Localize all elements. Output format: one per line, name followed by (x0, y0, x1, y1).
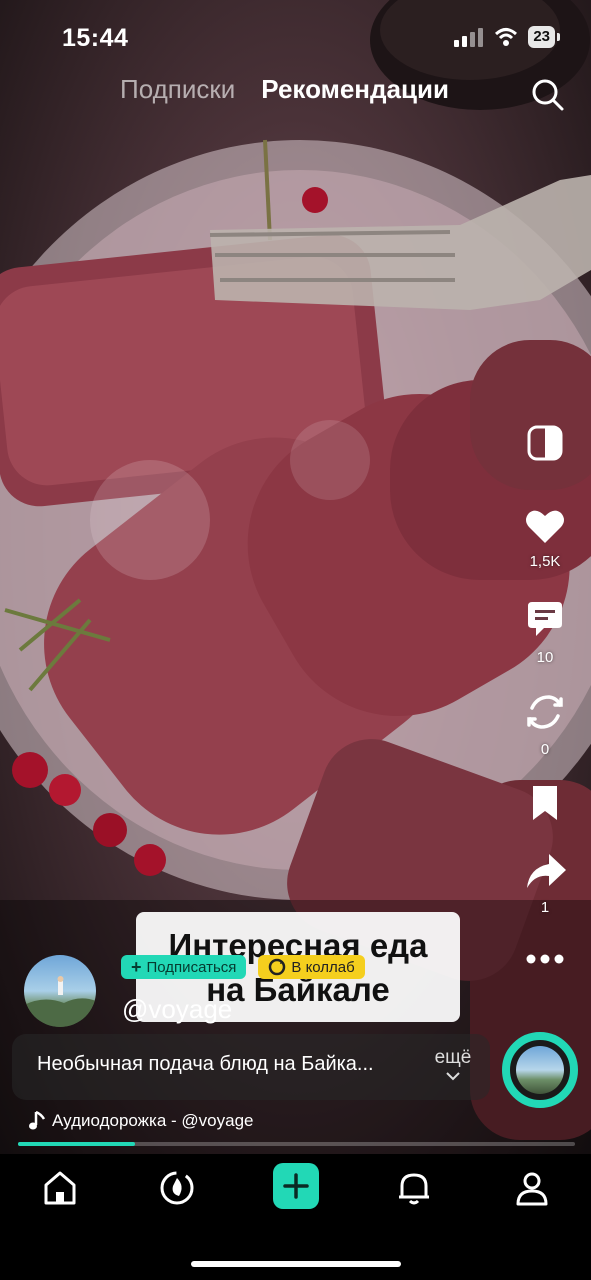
author-badges: + Подписаться В коллаб (121, 955, 365, 979)
playback-progress[interactable] (18, 1142, 575, 1146)
avatar-image (24, 976, 96, 1027)
more-icon (526, 954, 564, 964)
share-icon (527, 854, 566, 888)
comment-icon (528, 602, 562, 636)
bookmark-icon (533, 786, 557, 820)
audio-label: Аудиодорожка - @voyage (52, 1111, 254, 1130)
share-button[interactable]: 1 (525, 852, 566, 916)
more-label: ещё (434, 1047, 472, 1068)
repost-icon (527, 695, 563, 729)
subscribe-label: Подписаться (146, 958, 237, 976)
like-count: 1,5K (529, 553, 561, 570)
home-icon[interactable] (40, 1168, 80, 1208)
search-icon[interactable] (531, 78, 565, 112)
bookmark-button[interactable] (525, 784, 565, 827)
repost-button[interactable]: 0 (525, 692, 565, 758)
bell-icon[interactable] (394, 1168, 434, 1208)
feed-tabs: Подписки Рекомендации (120, 74, 449, 105)
like-button[interactable]: 1,5K (525, 508, 565, 570)
heart-icon (526, 510, 564, 543)
tab-following[interactable]: Подписки (120, 74, 235, 105)
bottom-nav (0, 1154, 591, 1280)
plus-icon: + (131, 956, 142, 977)
collab-label: В коллаб (291, 958, 355, 976)
tab-recommended[interactable]: Рекомендации (261, 74, 449, 105)
profile-icon[interactable] (512, 1168, 552, 1208)
music-disc-cover (516, 1046, 564, 1094)
discover-icon[interactable] (157, 1168, 197, 1208)
wifi-icon (495, 28, 518, 46)
home-indicator (191, 1261, 401, 1267)
collab-icon (269, 958, 286, 976)
share-count: 1 (540, 899, 550, 916)
signal-icon (454, 28, 484, 47)
description-box[interactable]: Необычная подача блюд на Байка... ещё (12, 1034, 490, 1100)
chevron-down-icon (446, 1072, 460, 1081)
playback-progress-fill (18, 1142, 135, 1146)
contrast-icon (527, 425, 563, 461)
collab-button[interactable]: В коллаб (258, 955, 365, 979)
status-time: 15:44 (62, 24, 129, 52)
contrast-button[interactable] (525, 424, 565, 467)
plus-icon (283, 1173, 309, 1199)
battery-indicator: 23 (528, 26, 560, 48)
repost-count: 0 (540, 741, 550, 758)
more-button[interactable] (525, 952, 565, 970)
comment-button[interactable]: 10 (525, 600, 565, 666)
status-indicators: 23 (454, 26, 560, 48)
description-text: Необычная подача блюд на Байка... (37, 1053, 374, 1075)
author-avatar[interactable] (24, 955, 96, 1027)
audio-track[interactable]: Аудиодорожка - @voyage (28, 1110, 254, 1132)
description-more-button[interactable]: ещё (432, 1047, 474, 1081)
comment-count: 10 (536, 649, 554, 666)
add-button[interactable] (273, 1163, 319, 1209)
subscribe-button[interactable]: + Подписаться (121, 955, 247, 979)
music-disc[interactable] (502, 1032, 578, 1108)
music-note-icon (29, 1110, 46, 1130)
author-username[interactable]: @voyage (122, 994, 232, 1025)
